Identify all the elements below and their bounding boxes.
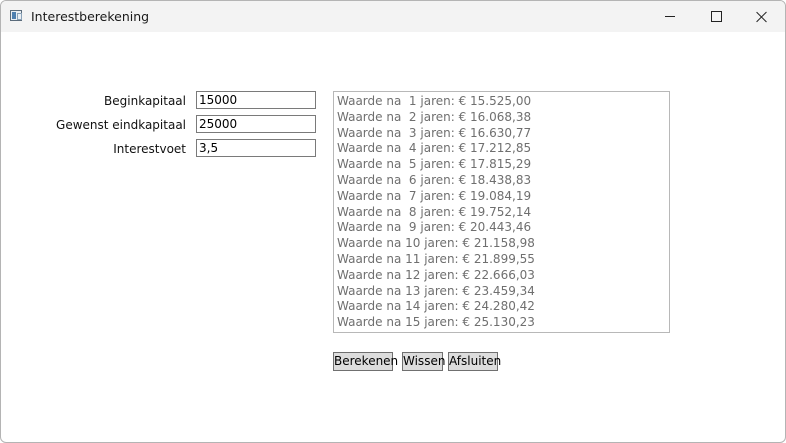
list-item[interactable]: Waarde na 14 jaren: € 24.280,42 bbox=[337, 299, 669, 315]
maximize-icon bbox=[710, 11, 722, 22]
list-item[interactable]: Waarde na 4 jaren: € 17.212,85 bbox=[337, 141, 669, 157]
list-item[interactable]: Waarde na 11 jaren: € 21.899,55 bbox=[337, 252, 669, 268]
list-item[interactable]: Waarde na 6 jaren: € 18.438,83 bbox=[337, 173, 669, 189]
list-item[interactable]: Waarde na 12 jaren: € 22.666,03 bbox=[337, 268, 669, 284]
list-item[interactable]: Waarde na 1 jaren: € 15.525,00 bbox=[337, 94, 669, 110]
close-icon bbox=[756, 11, 768, 23]
beginkapitaal-label: Beginkapitaal bbox=[104, 94, 186, 108]
window-title: Interestberekening bbox=[31, 9, 150, 24]
eindkapitaal-label: Gewenst eindkapitaal bbox=[56, 118, 186, 132]
list-item[interactable]: Waarde na 8 jaren: € 19.752,14 bbox=[337, 205, 669, 221]
list-item[interactable]: Waarde na 7 jaren: € 19.084,19 bbox=[337, 189, 669, 205]
list-item[interactable]: Waarde na 13 jaren: € 23.459,34 bbox=[337, 284, 669, 300]
list-item[interactable]: Waarde na 9 jaren: € 20.443,46 bbox=[337, 220, 669, 236]
beginkapitaal-input[interactable] bbox=[196, 91, 316, 109]
wissen-button[interactable]: Wissen bbox=[402, 352, 445, 371]
eindkapitaal-input[interactable] bbox=[196, 115, 316, 133]
results-listbox[interactable]: Waarde na 1 jaren: € 15.525,00 Waarde na… bbox=[333, 91, 670, 333]
title-bar[interactable]: Interestberekening bbox=[1, 1, 785, 32]
list-item[interactable]: Waarde na 2 jaren: € 16.068,38 bbox=[337, 110, 669, 126]
list-item[interactable]: Waarde na 15 jaren: € 25.130,23 bbox=[337, 315, 669, 331]
afsluiten-button[interactable]: Afsluiten bbox=[448, 352, 501, 371]
list-item[interactable]: Waarde na 3 jaren: € 16.630,77 bbox=[337, 126, 669, 142]
berekenen-button[interactable]: Berekenen bbox=[333, 352, 398, 371]
minimize-icon bbox=[665, 16, 675, 17]
interestvoet-label: Interestvoet bbox=[113, 142, 186, 156]
minimize-button[interactable] bbox=[647, 1, 693, 32]
list-item[interactable]: Waarde na 10 jaren: € 21.158,98 bbox=[337, 236, 669, 252]
app-icon bbox=[10, 10, 22, 21]
interestvoet-input[interactable] bbox=[196, 139, 316, 157]
maximize-button[interactable] bbox=[693, 1, 739, 32]
list-item[interactable]: Waarde na 5 jaren: € 17.815,29 bbox=[337, 157, 669, 173]
app-window: Interestberekening Beginkapitaal Gewenst… bbox=[0, 0, 786, 443]
close-button[interactable] bbox=[739, 1, 785, 32]
